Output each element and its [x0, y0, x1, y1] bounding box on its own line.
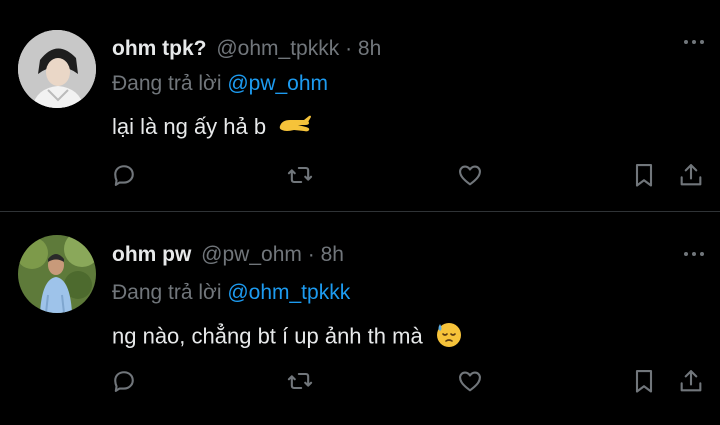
reply-context: Đang trả lời @ohm_tpkkk [112, 280, 350, 306]
separator: · [345, 37, 353, 60]
reply-icon[interactable] [107, 364, 141, 398]
username[interactable]: @ohm_tpkkk [216, 37, 339, 60]
reply-mention-link[interactable]: @pw_ohm [227, 72, 328, 95]
timestamp[interactable]: 8h [321, 243, 344, 266]
reply-mention-link[interactable]: @ohm_tpkkk [227, 281, 350, 304]
reply-context: Đang trả lời @pw_ohm [112, 71, 328, 97]
pinching-hand-emoji [278, 114, 312, 143]
avatar[interactable] [18, 30, 96, 108]
timestamp[interactable]: 8h [358, 37, 381, 60]
reply-prefix: Đang trả lời [112, 281, 222, 304]
tweet[interactable]: ohm tpk? @ohm_tpkkk · 8h Đang trả lời @p… [0, 0, 720, 212]
display-name[interactable]: ohm pw [112, 243, 191, 266]
avatar[interactable] [18, 235, 96, 313]
downcast-face-with-sweat-emoji [435, 320, 463, 355]
like-icon[interactable] [453, 364, 487, 398]
tweet-text-content: lại là ng ấy hả b [112, 114, 267, 139]
bookmark-icon[interactable] [627, 364, 661, 398]
more-icon[interactable] [684, 40, 704, 44]
tweet-text: lại là ng ấy hả b [112, 113, 312, 143]
tweet-text: ng nào, chẳng bt í up ảnh th mà [112, 320, 463, 355]
reply-icon[interactable] [107, 158, 141, 192]
more-icon[interactable] [684, 252, 704, 256]
tweet[interactable]: ohm pw @pw_ohm · 8h Đang trả lời @ohm_tp… [0, 212, 720, 425]
share-icon[interactable] [674, 364, 708, 398]
username[interactable]: @pw_ohm [201, 243, 302, 266]
bookmark-icon[interactable] [627, 158, 661, 192]
reply-prefix: Đang trả lời [112, 72, 222, 95]
separator: · [307, 243, 315, 266]
share-icon[interactable] [674, 158, 708, 192]
tweet-actions [0, 158, 720, 192]
display-name[interactable]: ohm tpk? [112, 37, 207, 60]
retweet-icon[interactable] [283, 158, 317, 192]
tweet-actions [0, 364, 720, 398]
tweet-text-content: ng nào, chẳng bt í up ảnh th mà [112, 323, 423, 349]
tweet-header: ohm tpk? @ohm_tpkkk · 8h [112, 36, 381, 62]
like-icon[interactable] [453, 158, 487, 192]
tweet-header: ohm pw @pw_ohm · 8h [112, 242, 344, 268]
retweet-icon[interactable] [283, 364, 317, 398]
